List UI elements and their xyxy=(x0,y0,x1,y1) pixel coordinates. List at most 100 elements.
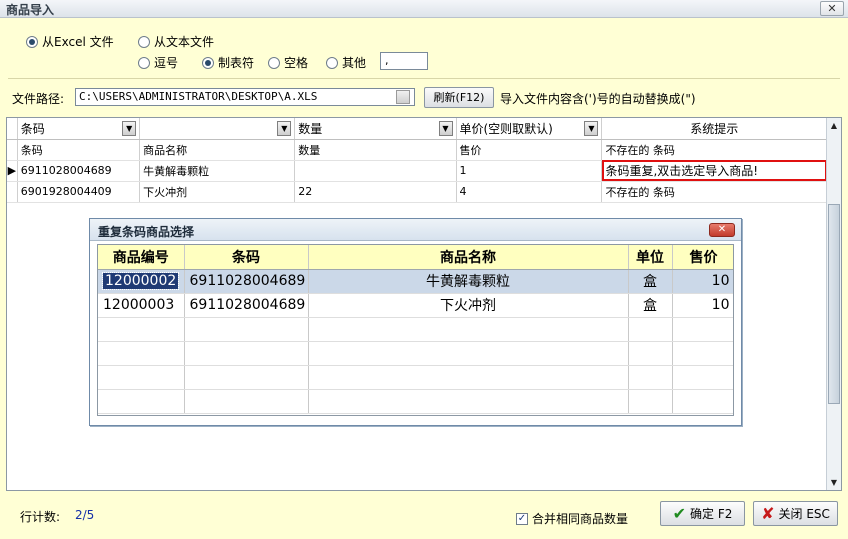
header-product-id: 商品编号 xyxy=(98,245,185,270)
dialog-header-row: 商品编号 条码 商品名称 单位 售价 xyxy=(98,245,733,270)
row-indicator xyxy=(7,181,18,203)
empty-row xyxy=(98,389,733,414)
confirm-label: 确定 F2 xyxy=(690,507,733,521)
dialog-title-bar: 重复条码商品选择 ✕ xyxy=(90,219,741,241)
row-count-label: 行计数: xyxy=(20,510,61,524)
other-delimiter-input[interactable]: , xyxy=(380,52,428,70)
checkbox-checked-icon[interactable]: ✓ xyxy=(516,512,528,525)
cell-quantity[interactable] xyxy=(294,160,457,182)
dialog-grid[interactable]: 商品编号 条码 商品名称 单位 售价 12000002 691102800468… xyxy=(97,244,734,416)
grid-header-row: 条码 ▼ ▼ 数量 ▼ 单价(空则取默认) ▼ 系统提示 xyxy=(7,118,827,140)
close-button[interactable]: ✘ 关闭 ESC xyxy=(753,501,838,526)
selected-cell-text: 12000002 xyxy=(101,272,180,290)
radio-from-excel-label: 从Excel 文件 xyxy=(42,35,114,49)
cell-system-hint: 不存在的 条码 xyxy=(601,181,827,203)
column-mapping-quantity[interactable]: 数量 ▼ xyxy=(294,118,457,140)
header-barcode: 条码 xyxy=(184,245,309,270)
cell-barcode[interactable]: 6911028004689 xyxy=(184,269,309,294)
radio-space-label: 空格 xyxy=(284,56,309,70)
duplicate-barcode-dialog: 重复条码商品选择 ✕ 商品编号 条码 商品名称 单位 售价 12000002 6… xyxy=(89,218,742,426)
radio-off-icon xyxy=(326,56,338,69)
scrollbar-thumb[interactable] xyxy=(828,204,840,404)
cell-name[interactable]: 牛黄解毒颗粒 xyxy=(139,160,296,182)
dropdown-arrow-icon[interactable]: ▼ xyxy=(277,120,292,136)
radio-on-icon xyxy=(202,56,214,69)
dialog-close-icon[interactable]: ✕ xyxy=(709,223,735,237)
dropdown-arrow-icon[interactable]: ▼ xyxy=(584,120,599,136)
cell-price[interactable]: 10 xyxy=(672,269,733,294)
close-label: 关闭 ESC xyxy=(778,507,830,521)
grid-corner xyxy=(7,118,18,140)
cell-product-name[interactable]: 下火冲剂 xyxy=(308,293,629,318)
chevron-up-icon[interactable]: ▲ xyxy=(827,118,841,133)
radio-other[interactable]: 其他 xyxy=(326,54,366,71)
empty-row xyxy=(98,341,733,366)
cell-product-name[interactable]: 牛黄解毒颗粒 xyxy=(308,269,629,294)
radio-off-icon xyxy=(268,56,280,69)
radio-comma-label: 逗号 xyxy=(154,56,179,70)
cell-unit[interactable]: 盒 xyxy=(628,293,673,318)
table-row[interactable]: ▶ 6911028004689 牛黄解毒颗粒 1 条码重复,双击选定导入商品! xyxy=(7,160,827,182)
chevron-down-icon[interactable]: ▼ xyxy=(827,475,841,490)
grid-vertical-scrollbar[interactable]: ▲ ▼ xyxy=(826,118,841,490)
table-row[interactable]: 12000003 6911028004689 下火冲剂 盒 10 xyxy=(98,293,733,318)
cell-product-id[interactable]: 12000002 xyxy=(98,269,185,294)
cell-quantity[interactable]: 数量 xyxy=(294,139,457,161)
header-product-name: 商品名称 xyxy=(308,245,629,270)
cell-system-hint-warning[interactable]: 条码重复,双击选定导入商品! xyxy=(601,160,827,182)
column-system-hint: 系统提示 xyxy=(601,118,827,140)
cell-barcode[interactable]: 6911028004689 xyxy=(17,160,141,182)
replace-hint: 导入文件内容含(')号的自动替换成(") xyxy=(500,92,696,106)
cell-name[interactable]: 商品名称 xyxy=(139,139,296,161)
cell-barcode[interactable]: 条码 xyxy=(17,139,141,161)
check-icon: ✔ xyxy=(672,503,687,523)
radio-off-icon xyxy=(138,56,150,69)
cell-system-hint: 不存在的 条码 xyxy=(601,139,827,161)
window-close-button[interactable]: ✕ xyxy=(820,1,844,16)
radio-from-excel[interactable]: 从Excel 文件 xyxy=(26,33,114,50)
table-row[interactable]: 12000002 6911028004689 牛黄解毒颗粒 盒 10 xyxy=(98,269,733,294)
dropdown-arrow-icon[interactable]: ▼ xyxy=(438,120,453,136)
confirm-button[interactable]: ✔ 确定 F2 xyxy=(660,501,745,526)
title-bar: 商品导入 ✕ xyxy=(0,0,848,18)
radio-from-text[interactable]: 从文本文件 xyxy=(138,33,214,50)
file-path-input[interactable]: C:\USERS\ADMINISTRATOR\DESKTOP\A.XLS xyxy=(75,88,415,106)
cell-price[interactable]: 售价 xyxy=(456,139,603,161)
current-row-indicator-icon: ▶ xyxy=(7,160,18,182)
column-mapping-price[interactable]: 单价(空则取默认) ▼ xyxy=(456,118,603,140)
column-mapping-label: 条码 xyxy=(20,121,45,136)
radio-comma[interactable]: 逗号 xyxy=(138,54,178,71)
cell-price[interactable]: 10 xyxy=(672,293,733,318)
cell-product-id[interactable]: 12000003 xyxy=(98,293,185,318)
header-unit: 单位 xyxy=(628,245,673,270)
radio-tab[interactable]: 制表符 xyxy=(202,54,254,71)
empty-row xyxy=(98,317,733,342)
radio-other-label: 其他 xyxy=(342,56,367,70)
radio-off-icon xyxy=(138,35,150,48)
window-title: 商品导入 xyxy=(6,3,55,17)
radio-tab-label: 制表符 xyxy=(218,56,255,70)
radio-from-text-label: 从文本文件 xyxy=(154,35,215,49)
radio-space[interactable]: 空格 xyxy=(268,54,308,71)
row-count-value: 2/5 xyxy=(75,508,95,522)
cell-unit[interactable]: 盒 xyxy=(628,269,673,294)
table-row[interactable]: 条码 商品名称 数量 售价 不存在的 条码 xyxy=(7,139,827,161)
browse-button[interactable] xyxy=(396,90,410,104)
cell-quantity[interactable]: 22 xyxy=(294,181,457,203)
dropdown-arrow-icon[interactable]: ▼ xyxy=(122,120,137,136)
x-icon: ✘ xyxy=(761,503,775,523)
table-row[interactable]: 6901928004409 下火冲剂 22 4 不存在的 条码 xyxy=(7,181,827,203)
column-mapping-barcode[interactable]: 条码 ▼ xyxy=(17,118,141,140)
cell-barcode[interactable]: 6911028004689 xyxy=(184,293,309,318)
cell-barcode[interactable]: 6901928004409 xyxy=(17,181,141,203)
merge-quantity-label: 合并相同商品数量 xyxy=(532,512,629,526)
merge-quantity-checkbox[interactable]: ✓ 合并相同商品数量 xyxy=(516,510,628,527)
column-mapping-empty[interactable]: ▼ xyxy=(139,118,296,140)
cell-price[interactable]: 4 xyxy=(456,181,603,203)
row-indicator xyxy=(7,139,18,161)
cell-name[interactable]: 下火冲剂 xyxy=(139,181,296,203)
radio-on-icon xyxy=(26,35,38,48)
refresh-button[interactable]: 刷新(F12) xyxy=(424,87,494,108)
cell-price[interactable]: 1 xyxy=(456,160,603,182)
header-price: 售价 xyxy=(672,245,733,270)
